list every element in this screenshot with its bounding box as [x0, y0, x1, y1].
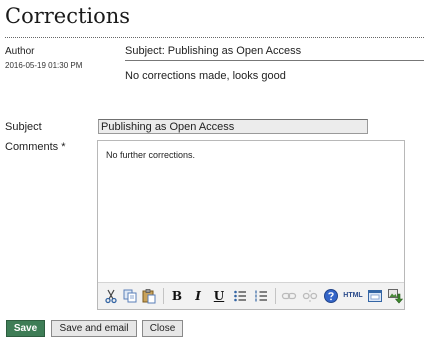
page-title: Corrections	[5, 4, 131, 28]
paste-icon[interactable]	[141, 288, 157, 304]
html-icon[interactable]: HTML	[342, 288, 364, 304]
cut-icon[interactable]	[103, 288, 119, 304]
comment-date: 2016-05-19 01:30 PM	[5, 61, 83, 70]
bullet-list-icon[interactable]	[232, 288, 248, 304]
toolbar-separator	[163, 288, 164, 304]
comments-editor[interactable]: No further corrections. B I U HTML	[97, 140, 405, 310]
bold-icon[interactable]: B	[169, 288, 185, 304]
italic-icon[interactable]: I	[190, 288, 206, 304]
subject-label: Subject	[5, 121, 42, 133]
numbered-list-icon[interactable]	[253, 288, 269, 304]
unlink-icon[interactable]	[302, 288, 318, 304]
title-divider	[5, 37, 424, 38]
save-and-email-button[interactable]: Save and email	[51, 320, 137, 337]
comment-subject: Subject: Publishing as Open Access	[125, 45, 302, 57]
comments-label: Comments *	[5, 141, 66, 153]
comment-body: No corrections made, looks good	[125, 70, 286, 82]
fullscreen-icon[interactable]	[367, 288, 383, 304]
comment-divider	[125, 60, 424, 61]
underline-icon[interactable]: U	[211, 288, 227, 304]
close-button[interactable]: Close	[142, 320, 183, 337]
comments-text[interactable]: No further corrections.	[106, 150, 195, 160]
editor-toolbar: B I U HTML	[98, 282, 404, 309]
copy-icon[interactable]	[122, 288, 138, 304]
link-icon[interactable]	[281, 288, 297, 304]
toolbar-separator	[275, 288, 276, 304]
help-icon[interactable]	[323, 288, 339, 304]
author-label: Author	[5, 46, 35, 57]
insert-image-icon[interactable]	[387, 288, 404, 304]
subject-input[interactable]	[98, 119, 368, 134]
save-button[interactable]: Save	[6, 320, 45, 337]
